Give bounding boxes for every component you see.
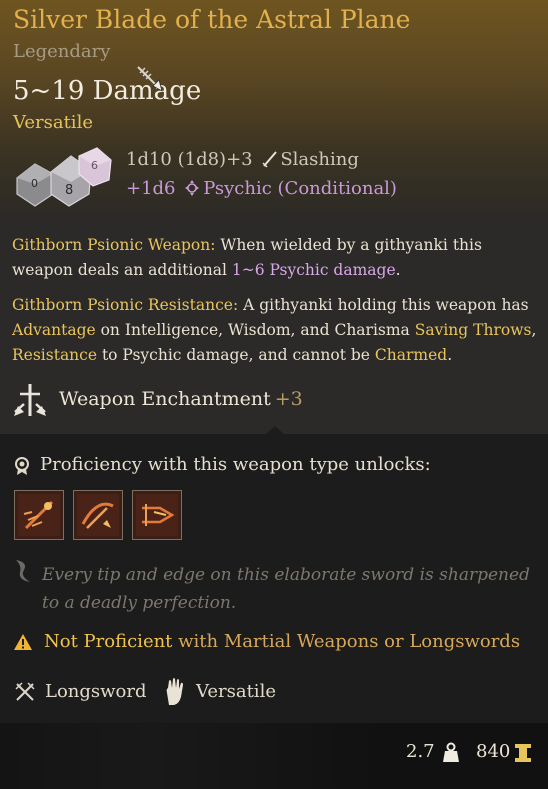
weapon-type[interactable]: Longsword — [45, 681, 147, 702]
passive-text: A githyanki holding this weapon has — [238, 296, 529, 314]
psychic-icon — [185, 180, 200, 196]
damage-line-psychic: +1d6 Psychic (Conditional) — [126, 178, 397, 199]
weight-value: 2.7 — [406, 741, 435, 762]
item-title: Silver Blade of the Astral Plane — [13, 5, 411, 34]
footer-shade — [0, 723, 380, 789]
svg-text:6: 6 — [91, 159, 98, 172]
item-rarity: Legendary — [13, 41, 111, 62]
quill-icon — [16, 560, 30, 582]
weapon-action-3-icon[interactable] — [132, 490, 182, 540]
section-divider-notch — [266, 210, 284, 218]
item-tooltip: Silver Blade of the Astral Plane Legenda… — [0, 0, 548, 789]
svg-text:0: 0 — [31, 177, 38, 190]
warning-icon — [14, 634, 32, 650]
weapon-tag: Versatile — [13, 112, 93, 133]
proficiency-label: Proficiency with this weapon type unlock… — [40, 454, 431, 475]
passive-text-end: . — [447, 346, 453, 364]
psychic-damage-highlight[interactable]: 1~6 Psychic damage — [232, 261, 396, 279]
cursor-sword-icon — [137, 66, 163, 92]
passive-text: on Intelligence, Wisdom, and Charisma — [95, 321, 415, 339]
proficiency-icon — [15, 457, 29, 475]
bonus-dice: +1d6 — [126, 178, 176, 199]
damage-type-psychic: Psychic (Conditional) — [203, 178, 397, 199]
price-value: 840 — [476, 741, 511, 762]
passive-psionic-resistance: Githborn Psionic Resistance: A githyanki… — [12, 293, 540, 368]
passive-psionic-weapon: Githborn Psionic Weapon: When wielded by… — [12, 233, 540, 283]
weight-icon — [443, 742, 459, 762]
warning-not-proficient[interactable]: Not Proficient — [44, 631, 172, 652]
warning-detail: with Martial Weapons or Longswords — [172, 631, 521, 652]
passive-text: to Psychic damage, and cannot be — [97, 346, 375, 364]
weapon-action-1-icon[interactable] — [14, 490, 64, 540]
versatile-hand-icon — [166, 678, 183, 705]
damage-line-slashing: 1d10 (1d8)+3 Slashing — [126, 149, 359, 170]
gold-coin-icon — [515, 744, 531, 762]
weapon-enchantment-icon — [14, 384, 46, 416]
weapon-trait[interactable]: Versatile — [196, 681, 276, 702]
damage-range: 5~19 Damage — [13, 76, 202, 106]
slashing-icon — [262, 151, 278, 168]
damage-type-slashing: Slashing — [280, 149, 359, 170]
enchantment-label: Weapon Enchantment — [59, 388, 271, 410]
passive-name[interactable]: Githborn Psionic Weapon: — [12, 236, 215, 254]
weapon-action-2-icon[interactable] — [73, 490, 123, 540]
flavor-text: Every tip and edge on this elaborate swo… — [42, 565, 530, 613]
dice-icon: 0 8 6 — [16, 147, 112, 207]
weapon-enchantment[interactable]: Weapon Enchantment +3 — [59, 388, 303, 410]
keyword-advantage[interactable]: Advantage — [12, 321, 96, 339]
passive-text-end: . — [395, 261, 401, 279]
damage-dice: 1d10 (1d8)+3 — [126, 149, 253, 170]
section-divider-notch — [266, 426, 284, 434]
proficiency-warning: Not Proficient with Martial Weapons or L… — [44, 631, 520, 652]
longsword-icon — [15, 682, 35, 701]
passive-text: , — [531, 321, 537, 339]
svg-text:8: 8 — [65, 183, 73, 198]
keyword-resistance[interactable]: Resistance — [12, 346, 97, 364]
keyword-charmed[interactable]: Charmed — [375, 346, 447, 364]
passive-name[interactable]: Githborn Psionic Resistance: — [12, 296, 238, 314]
enchantment-value: +3 — [274, 388, 303, 410]
keyword-saving-throws[interactable]: Saving Throws — [415, 321, 532, 339]
